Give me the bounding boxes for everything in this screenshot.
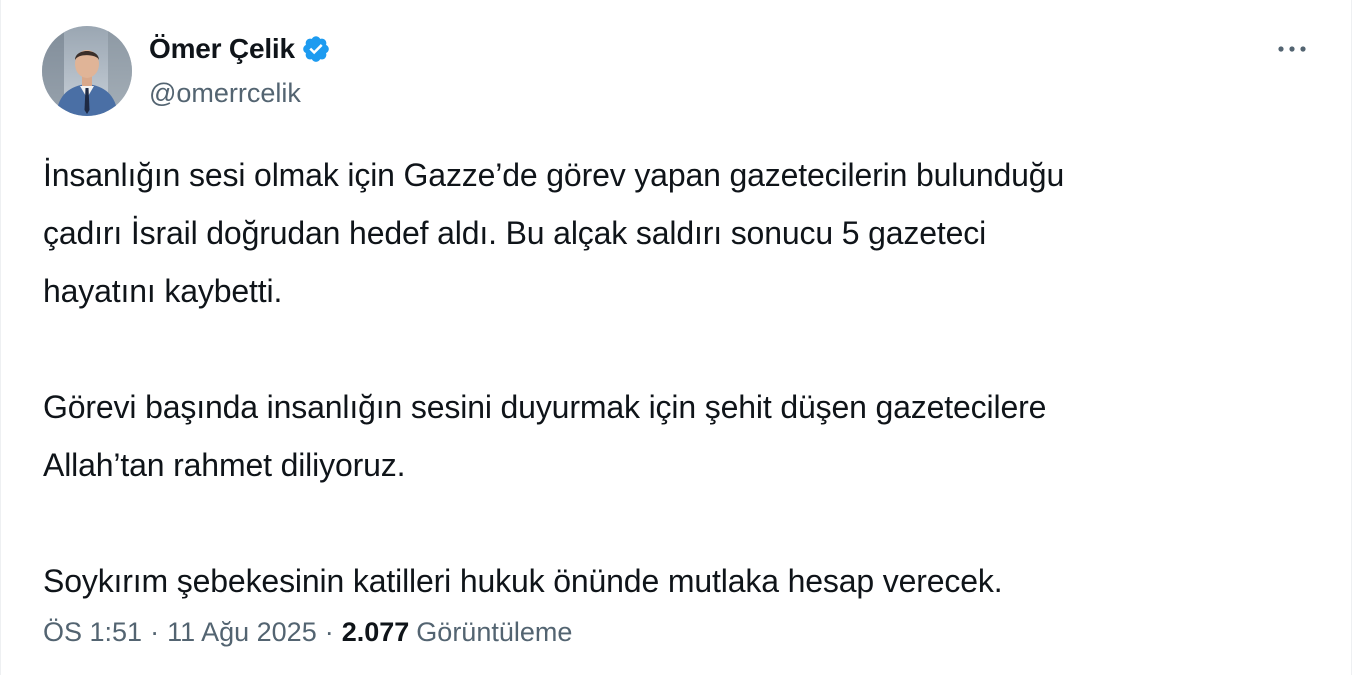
tweet-line: Allah’tan rahmet diliyoruz. [43,447,406,483]
tweet-text: İnsanlığın sesi olmak için Gazze’de göre… [43,146,1313,610]
views-count[interactable]: 2.077 [342,617,410,648]
more-options-button[interactable] [1274,34,1310,64]
tweet-line: çadırı İsrail doğrudan hedef aldı. Bu al… [43,215,987,251]
meta-separator: · [150,617,160,647]
tweet-line: Soykırım şebekesinin katilleri hukuk önü… [43,563,1003,599]
avatar[interactable] [42,26,132,116]
profile-photo-icon [42,26,132,116]
more-horizontal-icon [1278,46,1306,52]
tweet-card: Ömer Çelik @omerrcelik İnsanlığın sesi o… [0,0,1352,675]
tweet-meta: ÖS 1:51 · 11 Ağu 2025 · 2.077 Görüntülem… [43,617,572,648]
tweet-line: hayatını kaybetti. [43,273,283,309]
tweet-time[interactable]: ÖS 1:51 [43,617,142,648]
meta-separator: · [324,617,334,647]
author-identity: Ömer Çelik @omerrcelik [149,32,331,109]
tweet-line: İnsanlığın sesi olmak için Gazze’de göre… [43,157,1065,193]
tweet-line: Görevi başında insanlığın sesini duyurma… [43,389,1047,425]
name-row: Ömer Çelik [149,32,331,66]
tweet-header: Ömer Çelik @omerrcelik [41,26,1311,118]
tweet-date[interactable]: 11 Ağu 2025 [167,617,317,648]
verified-badge-icon[interactable] [301,34,331,64]
views-label: Görüntüleme [416,617,573,647]
author-display-name[interactable]: Ömer Çelik [149,33,295,65]
author-handle[interactable]: @omerrcelik [149,78,331,109]
